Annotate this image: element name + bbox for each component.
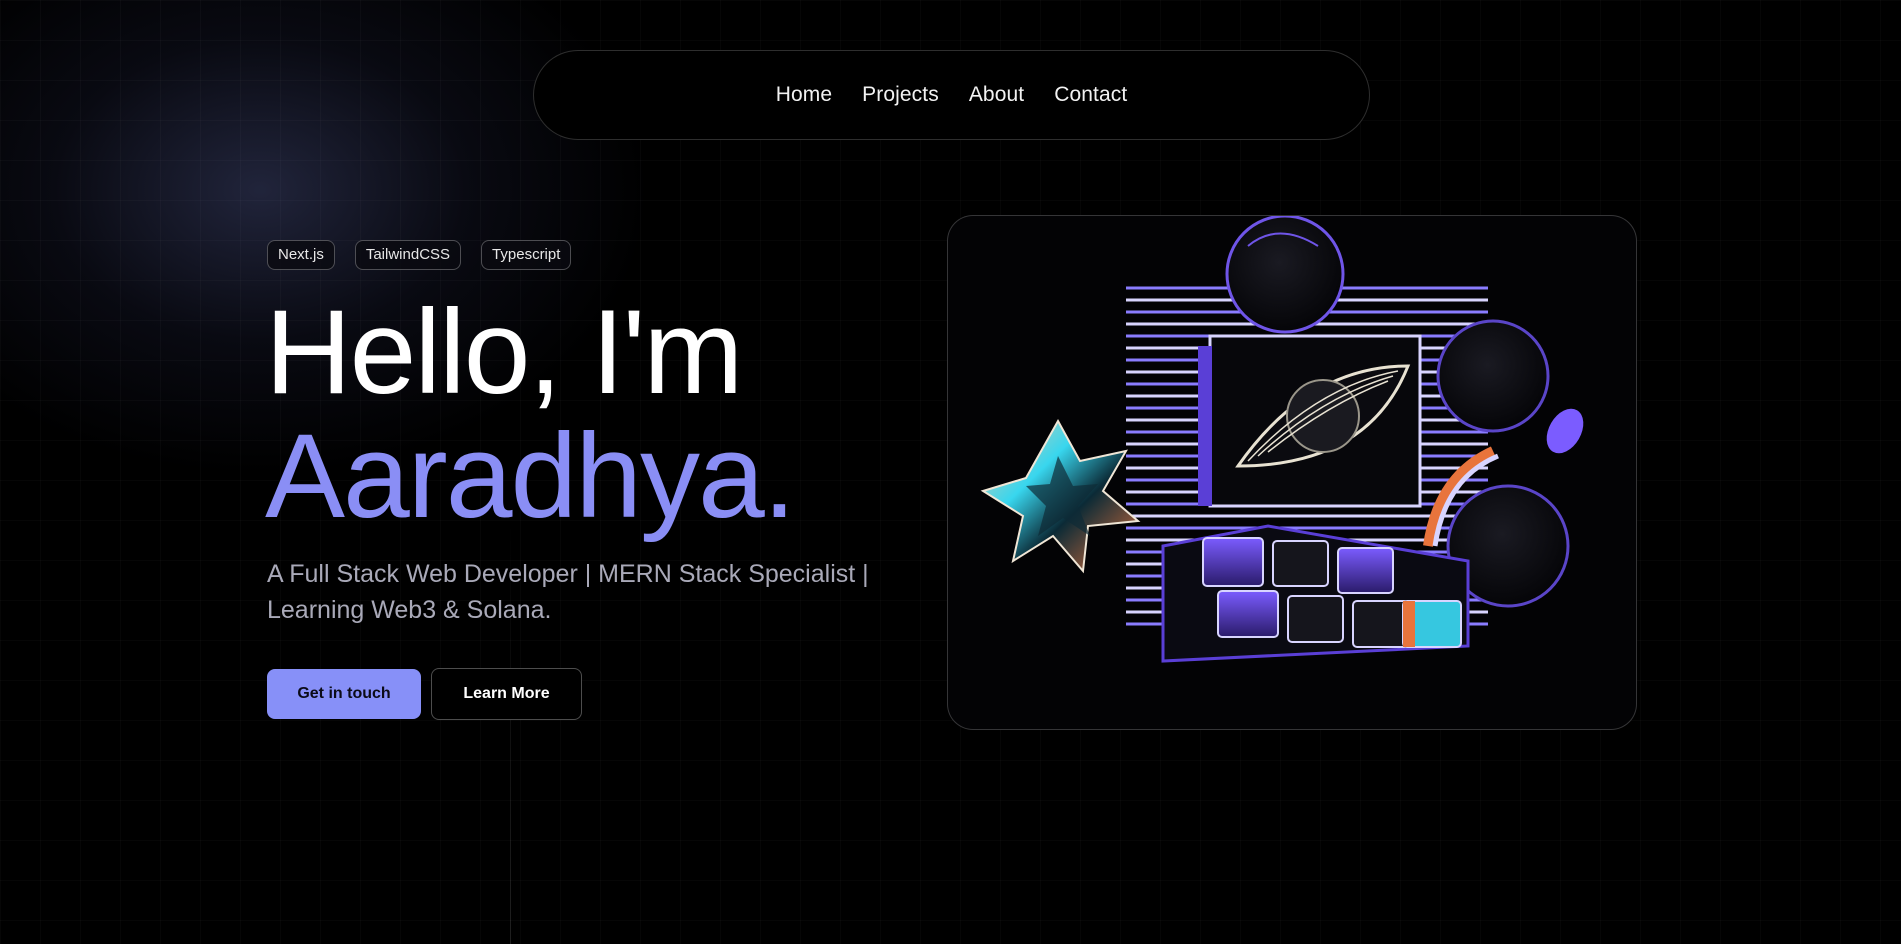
nav-contact-link[interactable]: Contact bbox=[1054, 83, 1127, 107]
tag-typescript: Typescript bbox=[481, 240, 572, 270]
tag-tailwindcss: TailwindCSS bbox=[354, 240, 462, 270]
nav-about-link[interactable]: About bbox=[969, 83, 1024, 107]
tag-nextjs: Next.js bbox=[267, 240, 335, 270]
workspace-illustration-icon bbox=[980, 216, 1584, 663]
get-in-touch-button[interactable]: Get in touch bbox=[267, 669, 421, 719]
portfolio-page: Home Projects About Contact Next.js Tail… bbox=[0, 0, 1901, 944]
hero-heading: Hello, I'm Aaradhya. bbox=[265, 285, 796, 543]
learn-more-button[interactable]: Learn More bbox=[431, 668, 582, 720]
hero-image-card bbox=[947, 215, 1637, 730]
tech-tags: Next.js TailwindCSS Typescript bbox=[267, 240, 572, 270]
hero-greeting: Hello, I'm bbox=[265, 285, 743, 419]
nav-home-link[interactable]: Home bbox=[776, 83, 832, 107]
hero-subtitle: A Full Stack Web Developer | MERN Stack … bbox=[267, 560, 869, 624]
hero-name: Aaradhya. bbox=[265, 409, 796, 543]
nav-projects-link[interactable]: Projects bbox=[862, 83, 939, 107]
top-navbar: Home Projects About Contact bbox=[533, 50, 1370, 140]
